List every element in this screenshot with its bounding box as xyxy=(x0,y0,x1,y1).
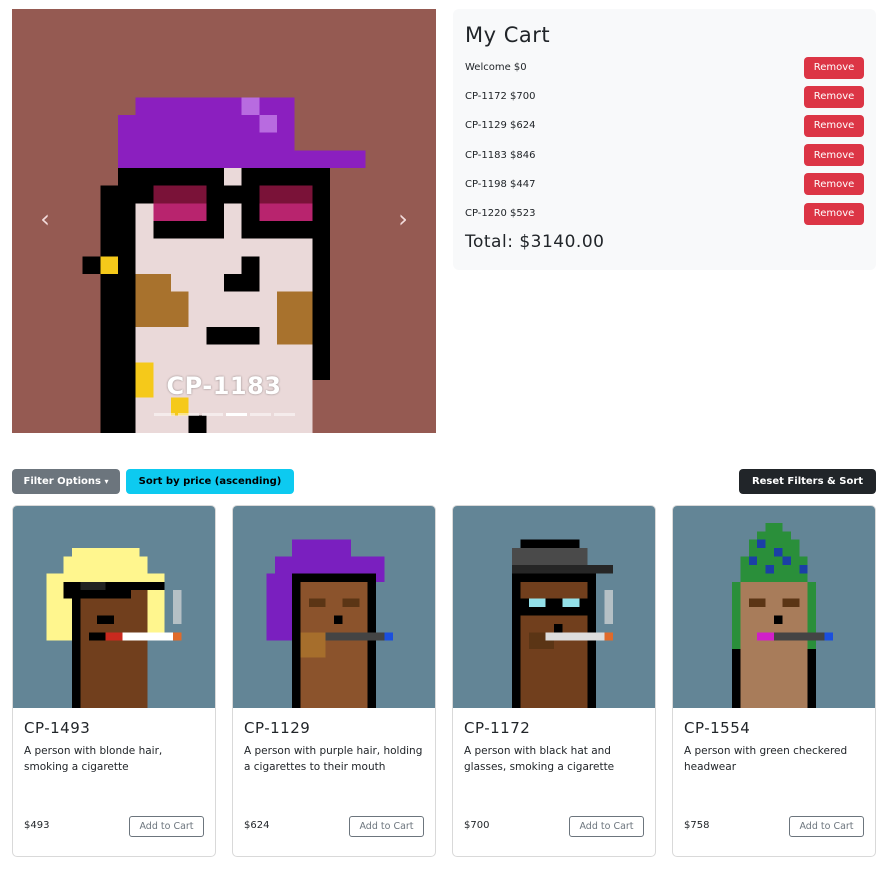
cart-item: CP-1220 $523 Remove xyxy=(465,199,864,228)
add-to-cart-button[interactable]: Add to Cart xyxy=(569,816,644,837)
cart-title: My Cart xyxy=(465,23,551,47)
carousel-indicators xyxy=(154,413,295,416)
remove-button[interactable]: Remove xyxy=(804,144,864,167)
cart-item-label: Welcome $0 xyxy=(465,62,527,74)
carousel-next-button[interactable]: › xyxy=(388,204,418,234)
product-description: A person with purple hair, holding a cig… xyxy=(244,745,423,773)
remove-button[interactable]: Remove xyxy=(804,56,864,79)
product-title: CP-1493 xyxy=(24,719,91,737)
product-card: CP-1493 A person with blonde hair, smoki… xyxy=(12,505,216,857)
product-price: $624 xyxy=(244,820,270,831)
product-image xyxy=(233,506,435,708)
product-card: CP-1554 A person with green checkered he… xyxy=(672,505,876,857)
add-to-cart-button[interactable]: Add to Cart xyxy=(349,816,424,837)
cart-item-label: CP-1198 $447 xyxy=(465,178,536,190)
product-description: A person with green checkered headwear xyxy=(684,745,848,773)
product-card: CP-1172 A person with black hat and glas… xyxy=(452,505,656,857)
cart-item-label: CP-1129 $624 xyxy=(465,120,536,132)
remove-button[interactable]: Remove xyxy=(804,114,864,137)
carousel-prev-button[interactable]: ‹ xyxy=(30,204,60,234)
product-image xyxy=(673,506,875,708)
product-description: A person with blonde hair, smoking a cig… xyxy=(24,745,163,773)
product-price: $700 xyxy=(464,820,490,831)
product-image xyxy=(13,506,215,708)
product-price: $493 xyxy=(24,820,50,831)
caret-down-icon: ▾ xyxy=(104,477,109,486)
carousel-caption: CP-1183 xyxy=(166,372,282,400)
product-title: CP-1172 xyxy=(464,719,531,737)
punk-image-cp-1183 xyxy=(82,97,366,433)
remove-button[interactable]: Remove xyxy=(804,202,864,225)
cart-item: CP-1198 $447 Remove xyxy=(465,170,864,199)
punk-image-cp-1493 xyxy=(46,548,182,708)
sort-by-price-button[interactable]: Sort by price (ascending) xyxy=(126,469,294,494)
cart-item: Welcome $0 Remove xyxy=(465,53,864,82)
product-description: A person with black hat and glasses, smo… xyxy=(464,745,615,773)
carousel-indicator[interactable] xyxy=(202,413,223,416)
product-price: $758 xyxy=(684,820,710,831)
punk-image-cp-1554 xyxy=(731,522,833,708)
filter-options-dropdown[interactable]: Filter Options ▾ xyxy=(12,469,120,494)
cart-item: CP-1183 $846 Remove xyxy=(465,141,864,170)
remove-button[interactable]: Remove xyxy=(804,173,864,196)
carousel-indicator[interactable] xyxy=(178,413,199,416)
cart-total: Total: $3140.00 xyxy=(465,232,605,253)
add-to-cart-button[interactable]: Add to Cart xyxy=(789,816,864,837)
reset-filters-button[interactable]: Reset Filters & Sort xyxy=(739,469,876,494)
featured-carousel[interactable]: ‹ › CP-1183 xyxy=(12,9,436,433)
cart-item-label: CP-1172 $700 xyxy=(465,91,536,103)
product-image xyxy=(453,506,655,708)
remove-button[interactable]: Remove xyxy=(804,85,864,108)
chevron-left-icon: ‹ xyxy=(40,205,50,233)
cart-panel: My Cart Welcome $0 Remove CP-1172 $700 R… xyxy=(453,9,876,270)
cart-item-label: CP-1220 $523 xyxy=(465,208,536,220)
cart-item-label: CP-1183 $846 xyxy=(465,149,536,161)
product-title: CP-1554 xyxy=(684,719,751,737)
carousel-indicator-active[interactable] xyxy=(226,413,247,416)
punk-image-cp-1172 xyxy=(511,539,613,708)
chevron-right-icon: › xyxy=(398,205,408,233)
carousel-indicator[interactable] xyxy=(154,413,175,416)
product-card: CP-1129 A person with purple hair, holdi… xyxy=(232,505,436,857)
cart-item: CP-1172 $700 Remove xyxy=(465,82,864,111)
product-title: CP-1129 xyxy=(244,719,311,737)
carousel-indicator[interactable] xyxy=(250,413,271,416)
carousel-indicator[interactable] xyxy=(274,413,295,416)
punk-image-cp-1129 xyxy=(266,539,393,708)
add-to-cart-button[interactable]: Add to Cart xyxy=(129,816,204,837)
cart-item: CP-1129 $624 Remove xyxy=(465,111,864,140)
filter-options-label: Filter Options xyxy=(23,476,101,487)
